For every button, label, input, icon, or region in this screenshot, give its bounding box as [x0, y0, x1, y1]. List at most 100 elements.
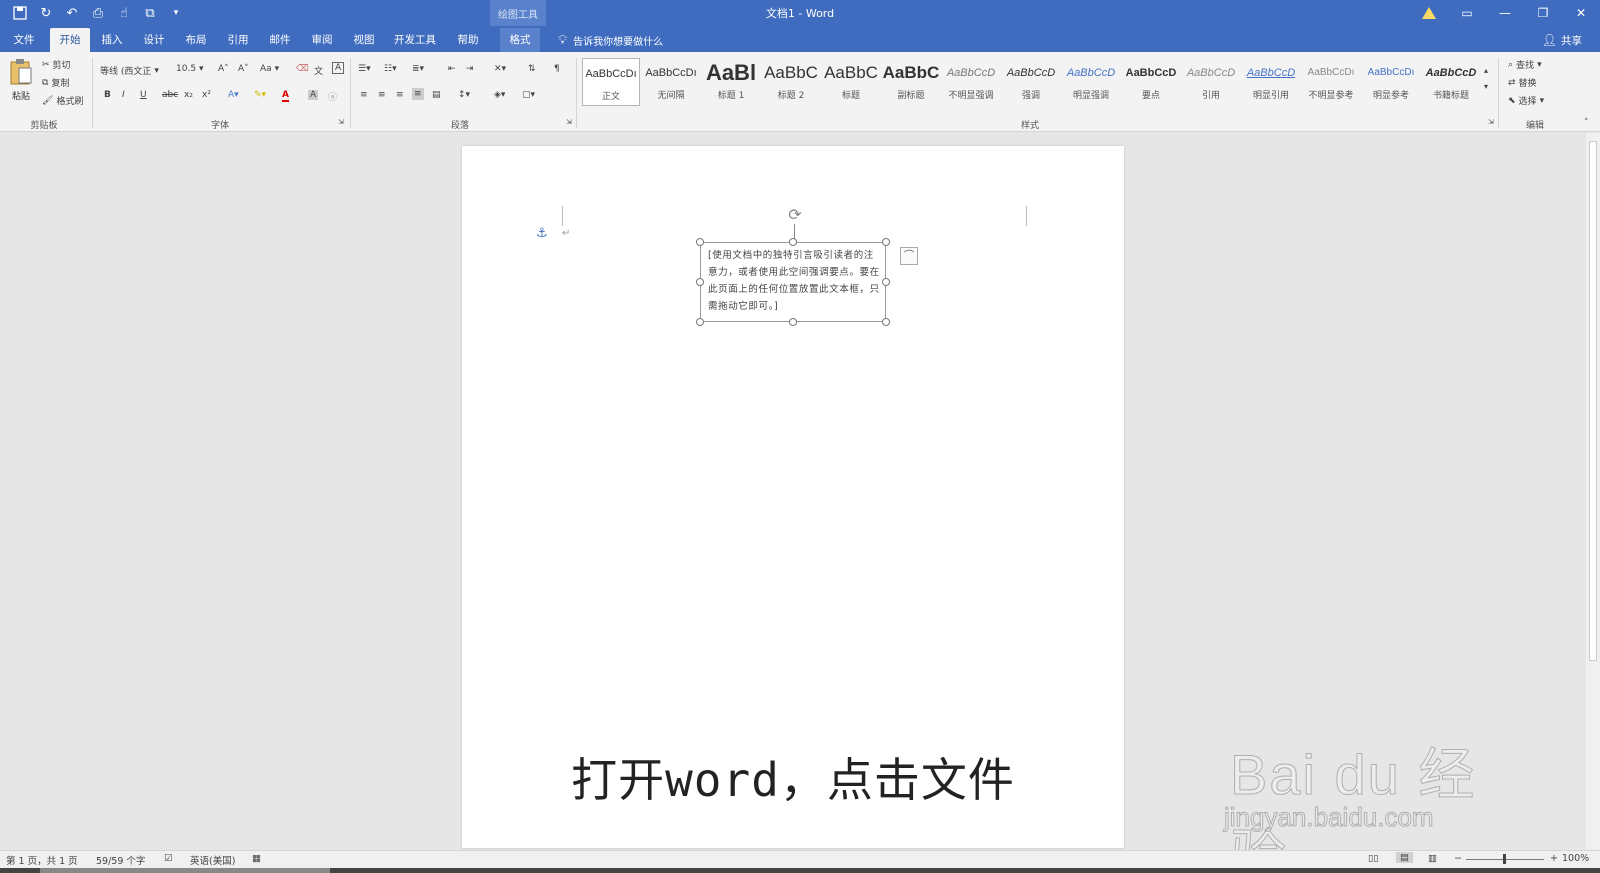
style-no-spacing[interactable]: AaBbCcDı 无间隔: [642, 58, 700, 106]
enclose-char-icon[interactable]: ⓐ: [328, 90, 337, 103]
tab-home[interactable]: 开始: [50, 28, 90, 52]
zoom-out-icon[interactable]: −: [1454, 853, 1462, 864]
numbering-icon[interactable]: ☷▾: [384, 64, 397, 74]
style-heading-2[interactable]: AaBbC 标题 2: [762, 58, 820, 106]
char-border-icon[interactable]: A: [332, 62, 345, 74]
show-marks-icon[interactable]: ¶: [554, 64, 560, 74]
styles-scroll-up-icon[interactable]: ▴: [1484, 66, 1488, 75]
increase-indent-icon[interactable]: ⇥: [466, 64, 474, 74]
tab-help[interactable]: 帮助: [448, 28, 488, 52]
style-strong[interactable]: AaBbCcD 要点: [1122, 58, 1180, 106]
char-shading-icon[interactable]: A: [308, 90, 319, 100]
tab-file[interactable]: 文件: [4, 28, 44, 52]
align-center-icon[interactable]: ≡: [378, 90, 386, 100]
font-name-select[interactable]: 等线 (西文正 ▾: [100, 64, 170, 78]
line-spacing-icon[interactable]: ↕▾: [458, 90, 470, 100]
justify-icon[interactable]: ≡: [412, 88, 424, 100]
resize-handle[interactable]: [696, 238, 704, 246]
grow-font-button[interactable]: A˄: [218, 64, 229, 74]
style-normal[interactable]: AaBbCcDı 正文: [582, 58, 640, 106]
ribbon-display-icon[interactable]: ▭: [1448, 0, 1486, 26]
align-right-icon[interactable]: ≡: [396, 90, 404, 100]
tab-references[interactable]: 引用: [218, 28, 258, 52]
resize-handle[interactable]: [696, 278, 704, 286]
resize-handle[interactable]: [789, 238, 797, 246]
shading-icon[interactable]: ◈▾: [494, 90, 505, 100]
bold-button[interactable]: B: [104, 90, 111, 100]
language-indicator[interactable]: 英语(美国): [190, 853, 235, 867]
tab-developer[interactable]: 开发工具: [390, 28, 440, 52]
rotate-handle-icon[interactable]: ⟳: [786, 206, 804, 224]
style-intense-emphasis[interactable]: AaBbCcD 明显强调: [1062, 58, 1120, 106]
style-intense-reference[interactable]: AaBbCcDı 明显参考: [1362, 58, 1420, 106]
format-painter-button[interactable]: 🖌︎ 格式刷: [42, 94, 83, 108]
borders-icon[interactable]: ▢▾: [522, 90, 535, 100]
font-size-select[interactable]: 10.5 ▾: [176, 64, 210, 74]
macro-icon[interactable]: ▦: [252, 853, 261, 864]
sort-icon[interactable]: ⇅: [528, 64, 536, 74]
proofing-icon[interactable]: ☑: [164, 853, 173, 864]
chinese-layout-icon[interactable]: ✕▾: [494, 64, 506, 74]
style-heading-1[interactable]: AaBl 标题 1: [702, 58, 760, 106]
text-box-content[interactable]: [使用文档中的独特引言吸引读者的注意力，或者使用此空间强调要点。要在此页面上的任…: [708, 247, 880, 315]
decrease-indent-icon[interactable]: ⇤: [448, 64, 456, 74]
tab-layout[interactable]: 布局: [176, 28, 216, 52]
shrink-font-button[interactable]: A˅: [238, 64, 249, 74]
print-layout-icon[interactable]: ▤: [1396, 852, 1413, 863]
clear-format-icon[interactable]: ⌫: [296, 64, 309, 74]
italic-button[interactable]: I: [122, 90, 125, 100]
tab-design[interactable]: 设计: [134, 28, 174, 52]
tab-view[interactable]: 视图: [344, 28, 384, 52]
style-intense-quote[interactable]: AaBbCcD 明显引用: [1242, 58, 1300, 106]
highlight-icon[interactable]: ✎▾: [254, 90, 266, 100]
resize-handle[interactable]: [696, 318, 704, 326]
warning-icon[interactable]: [1410, 0, 1448, 26]
resize-handle[interactable]: [789, 318, 797, 326]
zoom-level[interactable]: 100%: [1562, 853, 1589, 864]
font-color-icon[interactable]: A: [282, 90, 289, 102]
close-button[interactable]: ✕: [1562, 0, 1600, 26]
copy-button[interactable]: ⧉ 复制: [42, 76, 69, 90]
styles-scroll-down-icon[interactable]: ▾: [1484, 82, 1488, 91]
cut-button[interactable]: ✂ 剪切: [42, 58, 71, 72]
style-subtitle[interactable]: AaBbC 副标题: [882, 58, 940, 106]
bullets-icon[interactable]: ☰▾: [358, 64, 371, 74]
scroll-thumb[interactable]: [1589, 141, 1597, 661]
style-subtle-emphasis[interactable]: AaBbCcD 不明显强调: [942, 58, 1000, 106]
style-quote[interactable]: AaBbCcD 引用: [1182, 58, 1240, 106]
zoom-in-icon[interactable]: +: [1550, 853, 1558, 864]
save-icon[interactable]: [10, 3, 30, 23]
vertical-scrollbar[interactable]: [1586, 133, 1600, 858]
resize-handle[interactable]: [882, 278, 890, 286]
multilevel-list-icon[interactable]: ≣▾: [412, 64, 424, 74]
subscript-button[interactable]: x₂: [184, 90, 193, 100]
more-commands-icon[interactable]: ⧉: [140, 3, 160, 23]
restore-button[interactable]: ❐: [1524, 0, 1562, 26]
redo-icon[interactable]: ↻: [36, 3, 56, 23]
text-box[interactable]: [使用文档中的独特引言吸引读者的注意力，或者使用此空间强调要点。要在此页面上的任…: [700, 242, 886, 322]
customize-qat-icon[interactable]: ▾: [166, 3, 186, 23]
style-subtle-reference[interactable]: AaBbCcDı 不明显参考: [1302, 58, 1360, 106]
find-button[interactable]: ⌕ 查找 ▾: [1508, 58, 1542, 72]
paste-button[interactable]: 粘贴: [8, 58, 34, 106]
collapse-ribbon-icon[interactable]: ˄: [1584, 118, 1589, 128]
strikethrough-button[interactable]: abc: [162, 90, 178, 100]
print-preview-icon[interactable]: ⎙: [88, 3, 108, 23]
select-button[interactable]: ⬉ 选择 ▾: [1508, 94, 1544, 108]
paragraph-dialog-launcher-icon[interactable]: ⇲: [566, 118, 572, 126]
font-dialog-launcher-icon[interactable]: ⇲: [338, 118, 344, 126]
tab-mailings[interactable]: 邮件: [260, 28, 300, 52]
tab-insert[interactable]: 插入: [92, 28, 132, 52]
word-count[interactable]: 59/59 个字: [96, 853, 145, 867]
style-book-title[interactable]: AaBbCcD 书籍标题: [1422, 58, 1480, 106]
resize-handle[interactable]: [882, 238, 890, 246]
align-left-icon[interactable]: ≡: [360, 90, 368, 100]
layout-options-icon[interactable]: ⌒: [900, 247, 918, 265]
read-mode-icon[interactable]: ▯▯: [1368, 853, 1378, 864]
tell-me-box[interactable]: 💡︎ 告诉我你想要做什么: [558, 28, 663, 52]
undo-icon[interactable]: ↶: [62, 3, 82, 23]
style-emphasis[interactable]: AaBbCcD 强调: [1002, 58, 1060, 106]
zoom-slider-thumb[interactable]: [1503, 854, 1506, 864]
style-title[interactable]: AaBbC 标题: [822, 58, 880, 106]
touch-mode-icon[interactable]: ☝: [114, 3, 134, 23]
